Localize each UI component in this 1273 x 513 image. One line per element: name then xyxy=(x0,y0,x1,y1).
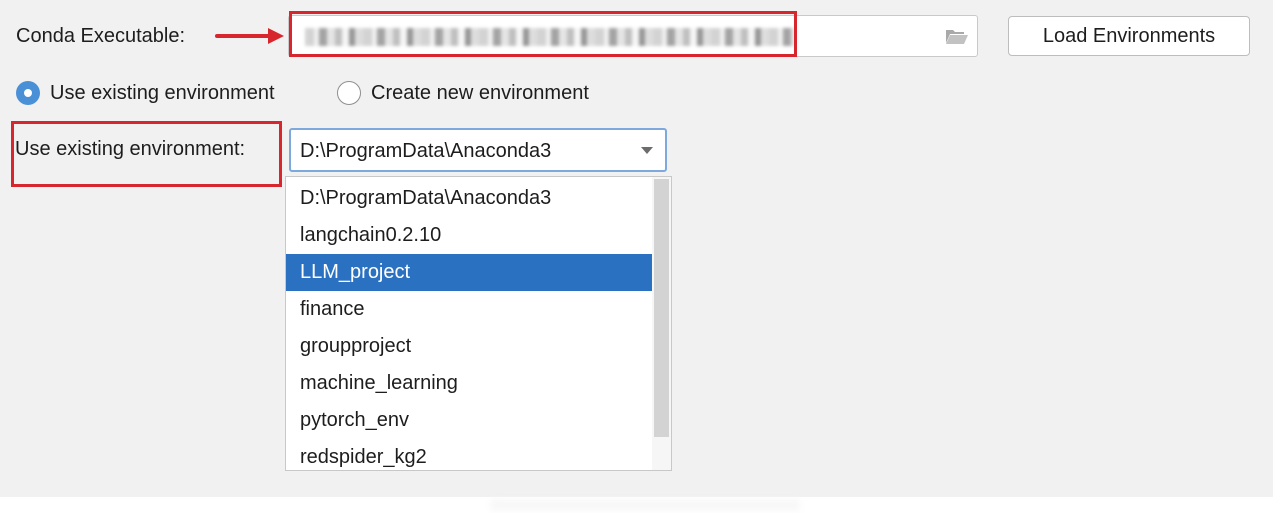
radio-create-new-label: Create new environment xyxy=(371,81,589,104)
chevron-down-icon[interactable] xyxy=(641,147,653,154)
arrow-right-icon xyxy=(215,28,284,44)
dropdown-option[interactable]: redspider_kg2 xyxy=(286,439,654,470)
dropdown-option[interactable]: finance xyxy=(286,291,654,328)
existing-environment-label: Use existing environment: xyxy=(15,138,246,160)
dropdown-option[interactable]: pytorch_env xyxy=(286,402,654,439)
radio-create-new[interactable]: Create new environment xyxy=(337,80,589,106)
environment-options: D:\ProgramData\Anaconda3 langchain0.2.10 L… xyxy=(286,180,654,470)
radio-use-existing-label: Use existing environment xyxy=(50,81,275,104)
load-environments-button[interactable]: Load Environments xyxy=(1008,16,1250,56)
conda-settings-panel: Conda Executable: Load Environments Use … xyxy=(0,0,1273,497)
radio-checked-icon[interactable] xyxy=(16,81,40,105)
radio-unchecked-icon[interactable] xyxy=(337,81,361,105)
dropdown-option[interactable]: groupproject xyxy=(286,328,654,365)
radio-use-existing[interactable]: Use existing environment xyxy=(16,80,275,106)
environment-select-value: D:\ProgramData\Anaconda3 xyxy=(300,140,552,162)
dropdown-scrollbar[interactable] xyxy=(652,177,671,470)
conda-executable-label: Conda Executable: xyxy=(16,25,186,47)
dropdown-option[interactable]: langchain0.2.10 xyxy=(286,217,654,254)
scrollbar-thumb[interactable] xyxy=(654,179,669,437)
blurred-footer-fragment xyxy=(490,499,800,511)
dropdown-option[interactable]: machine_learning xyxy=(286,365,654,402)
highlight-box-executable xyxy=(289,11,797,57)
environment-select[interactable]: D:\ProgramData\Anaconda3 xyxy=(289,128,667,172)
dropdown-option[interactable]: D:\ProgramData\Anaconda3 xyxy=(286,180,654,217)
folder-open-icon[interactable] xyxy=(945,28,969,45)
dropdown-option[interactable]: LLM_project xyxy=(286,254,654,291)
environment-dropdown-list: D:\ProgramData\Anaconda3 langchain0.2.10 L… xyxy=(285,176,672,471)
